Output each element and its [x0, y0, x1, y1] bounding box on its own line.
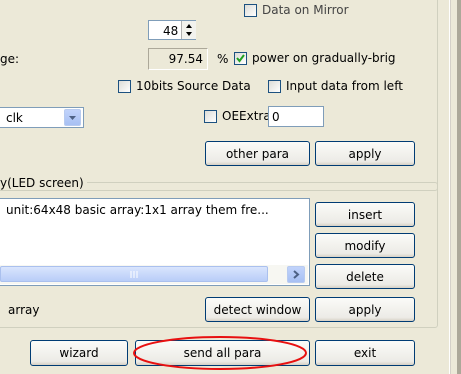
chevron-right-icon	[293, 270, 300, 279]
clock-select[interactable]: clk	[0, 107, 84, 128]
detect-window-button[interactable]: detect window	[205, 297, 310, 322]
wizard-button[interactable]: wizard	[30, 340, 128, 366]
power-gradually-label: power on gradually-brig	[252, 51, 396, 65]
oeextra-input[interactable]: 0	[268, 106, 324, 127]
percent-unit: %	[217, 52, 229, 66]
clock-select-value: clk	[6, 111, 23, 125]
oeextra-value: 0	[272, 110, 280, 124]
10bits-source-label: 10bits Source Data	[136, 79, 251, 93]
input-from-left-label: Input data from left	[286, 79, 403, 93]
list-item[interactable]: unit:64x48 basic array:1x1 array them fr…	[6, 203, 269, 217]
highlight-ellipse-annotation	[133, 336, 307, 370]
10bits-source-checkbox[interactable]	[118, 80, 131, 93]
top-apply-button[interactable]: apply	[315, 141, 415, 166]
window-outer-frame	[457, 0, 461, 374]
delete-button[interactable]: delete	[315, 264, 415, 289]
spin-arrows[interactable]	[181, 21, 196, 39]
spin-up-down-icon	[186, 24, 192, 36]
horizontal-scrollbar[interactable]	[0, 265, 308, 284]
clock-dropdown-button[interactable]	[64, 109, 81, 126]
scrollbar-grip-icon	[130, 271, 138, 278]
oeextra-checkbox[interactable]	[204, 110, 217, 123]
modify-button[interactable]: modify	[315, 233, 415, 258]
percent-value: 97.54	[168, 52, 203, 66]
scan-spin-value: 48	[163, 24, 179, 38]
power-gradually-checkbox[interactable]	[234, 52, 247, 65]
oeextra-label: OEExtra	[222, 109, 271, 123]
scrollbar-thumb[interactable]	[0, 266, 268, 282]
insert-button[interactable]: insert	[315, 202, 415, 227]
screen-list[interactable]: unit:64x48 basic array:1x1 array them fr…	[0, 198, 310, 286]
mirror-checkbox[interactable]	[244, 4, 257, 17]
page-label: ge:	[0, 52, 20, 66]
array-label: array	[8, 303, 40, 317]
mirror-label: Data on Mirror	[262, 3, 349, 17]
chevron-down-icon	[69, 116, 76, 120]
other-para-button[interactable]: other para	[205, 141, 310, 166]
scan-spin-field[interactable]: 48	[148, 20, 196, 40]
group-apply-button[interactable]: apply	[315, 297, 415, 322]
input-from-left-checkbox[interactable]	[268, 80, 281, 93]
percent-readout: 97.54	[148, 48, 208, 70]
exit-button[interactable]: exit	[315, 340, 415, 366]
led-screen-group-title: y(LED screen)	[0, 176, 87, 190]
checkmark-icon	[236, 54, 245, 63]
scroll-right-button[interactable]	[287, 266, 305, 283]
